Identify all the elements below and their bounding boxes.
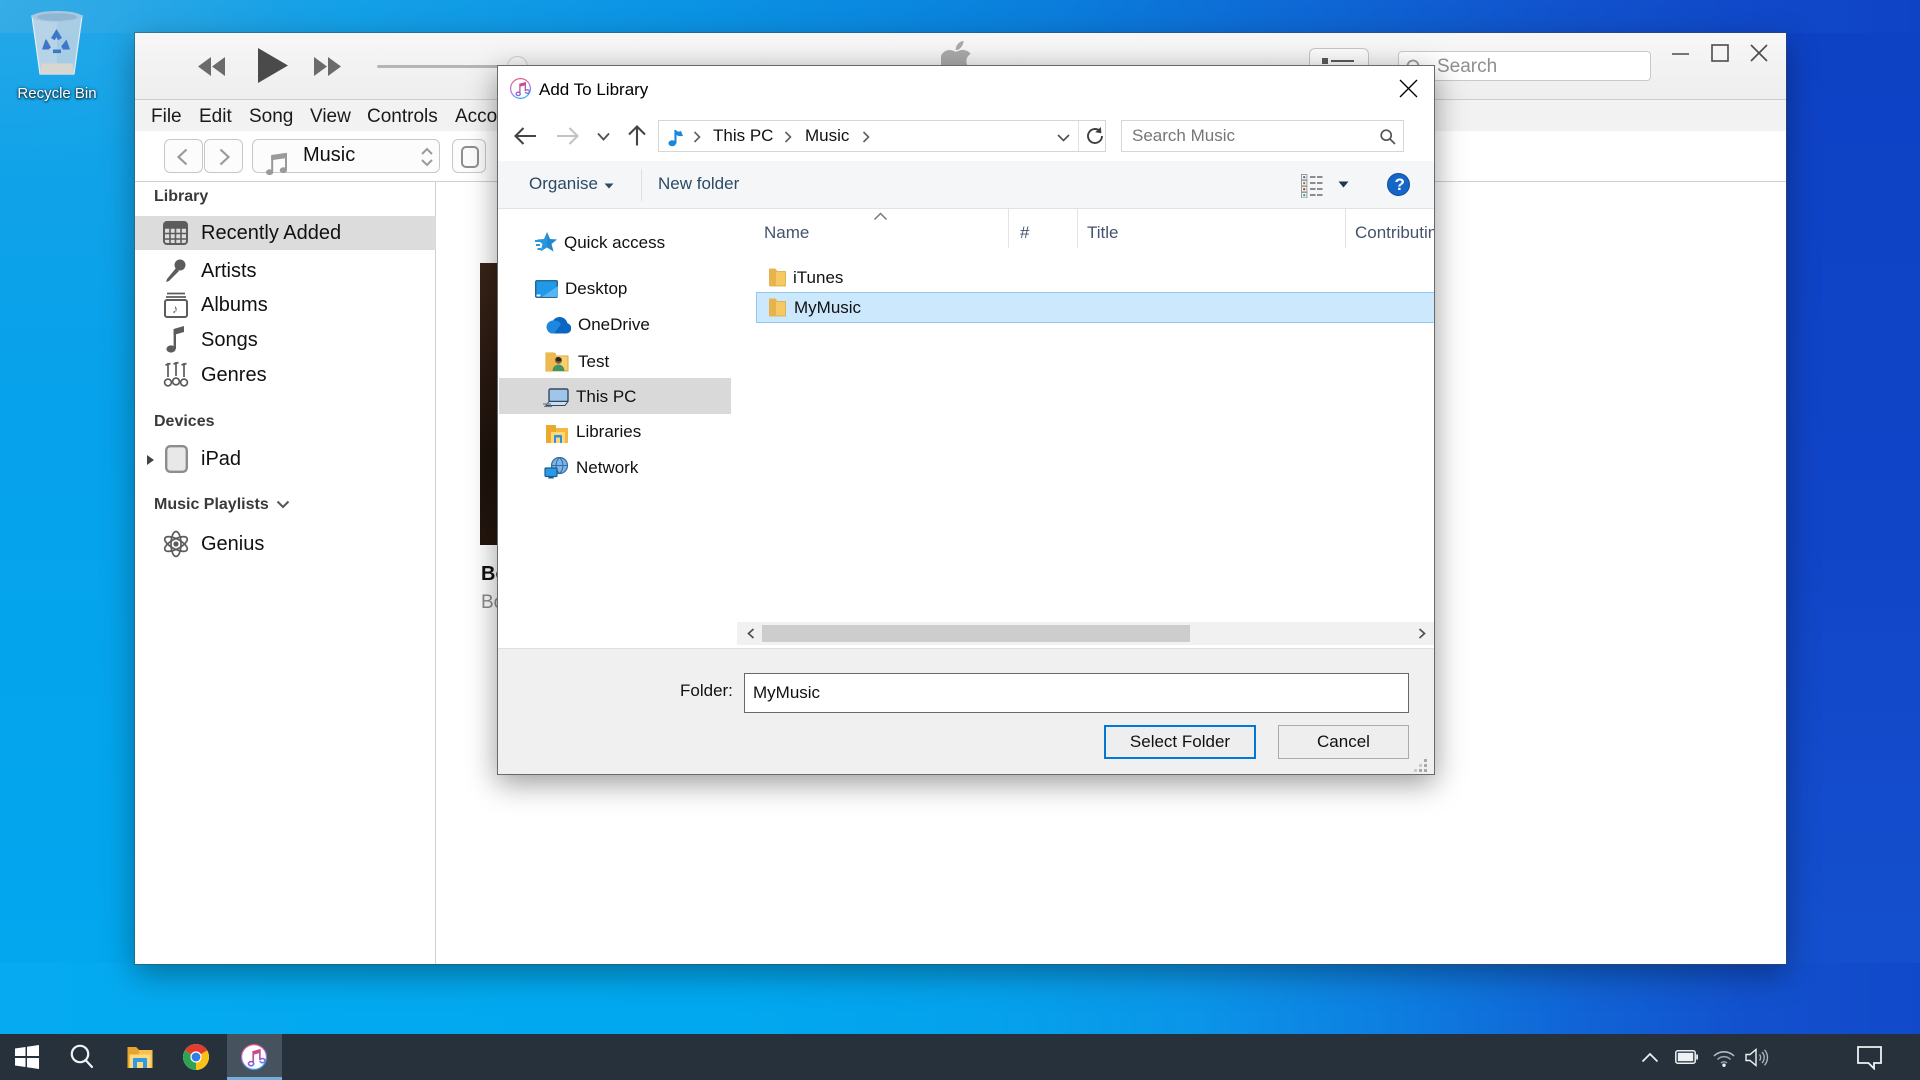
svg-text:♪: ♪ xyxy=(172,302,178,316)
